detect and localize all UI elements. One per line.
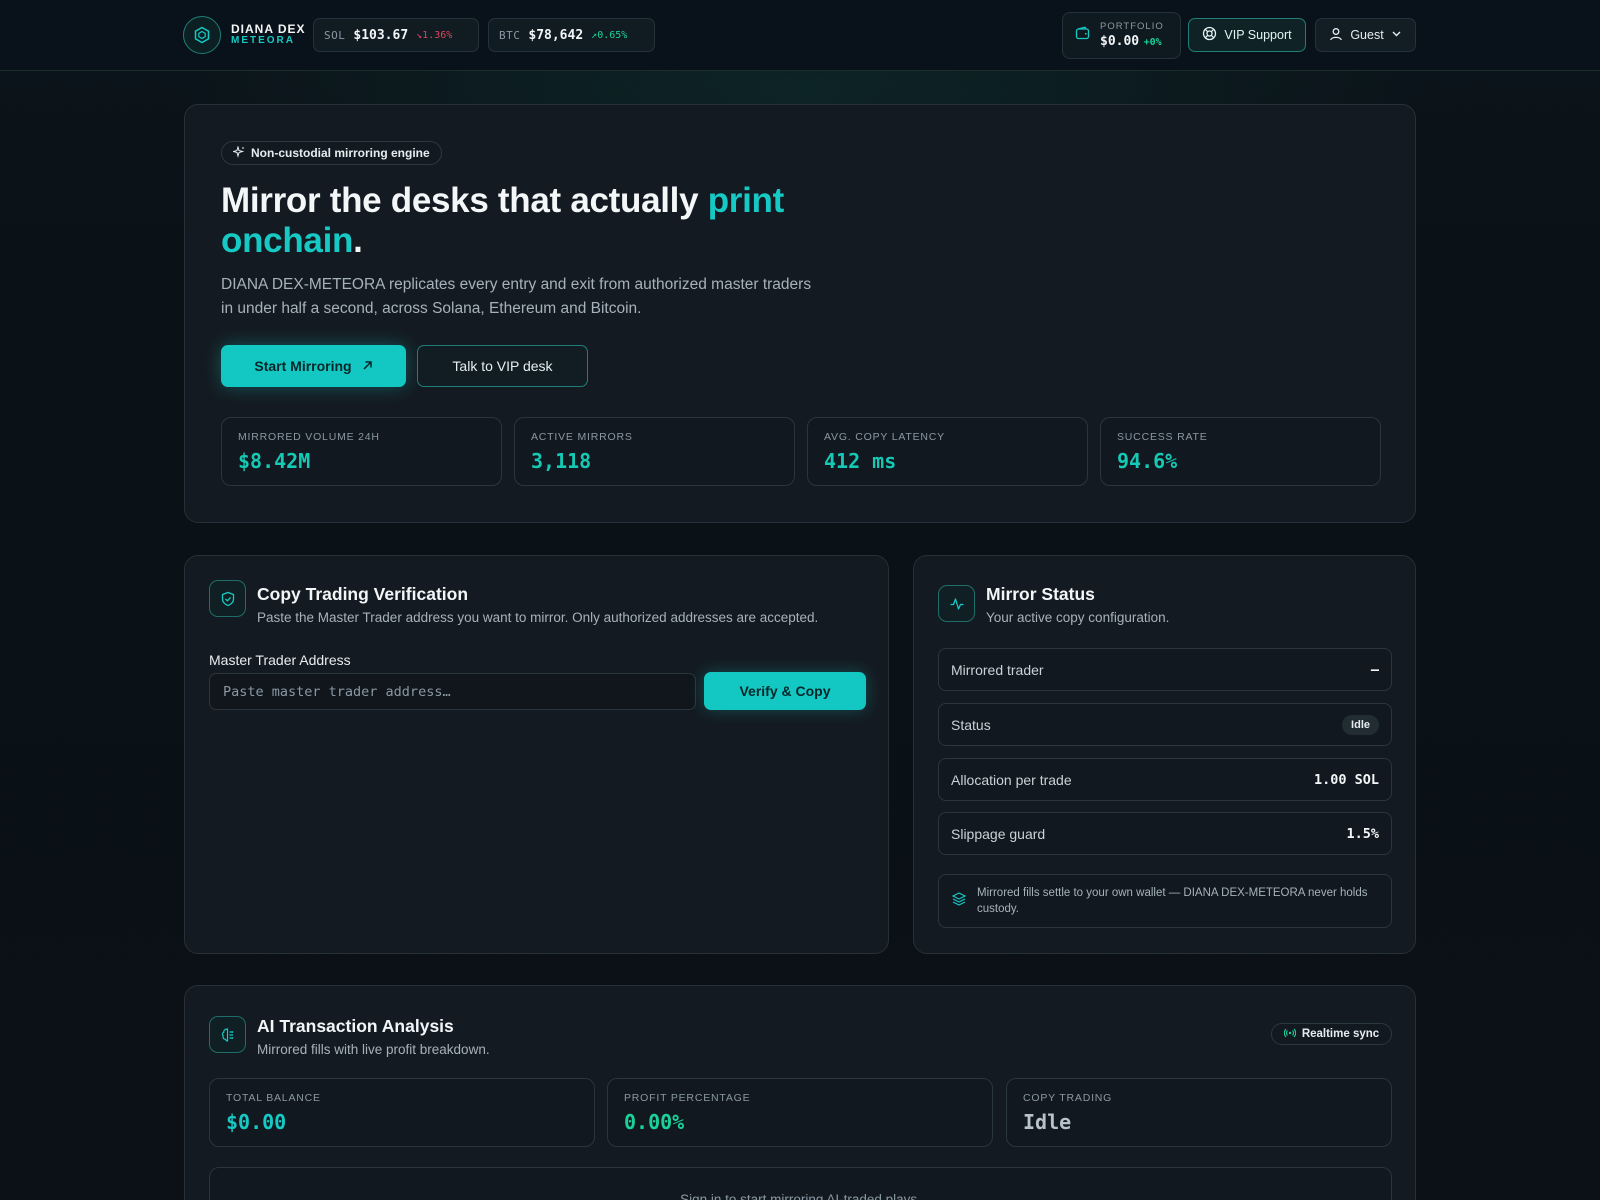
ai-empty-state: Sign in to start mirroring AI-traded pla…: [209, 1167, 1392, 1200]
start-mirroring-label: Start Mirroring: [254, 358, 352, 374]
brain-icon: [209, 1016, 246, 1053]
stat-value: 94.6%: [1117, 449, 1178, 473]
sparkle-icon: [231, 144, 245, 161]
ai-analysis-card: AI Transaction Analysis Mirrored fills w…: [184, 985, 1416, 1200]
ticker-symbol: SOL: [324, 28, 346, 42]
brand-sub: METEORA: [231, 35, 295, 46]
section-title: AI Transaction Analysis: [257, 1016, 454, 1036]
status-badge: Idle: [1342, 714, 1379, 735]
portfolio-text: PORTFOLIO $0.00 +0%: [1100, 21, 1164, 50]
user-icon: [1329, 27, 1343, 44]
stat-label: SUCCESS RATE: [1117, 431, 1208, 443]
ticker-price: $103.67: [353, 27, 409, 43]
row-label: Allocation per trade: [951, 771, 1072, 788]
stat-value: 0.00%: [624, 1110, 685, 1134]
brand-text: DIANA DEX METEORA: [231, 23, 306, 47]
section-subtitle: Your active copy configuration.: [986, 610, 1170, 625]
hero-lead: DIANA DEX-METEORA replicates every entry…: [221, 276, 812, 317]
portfolio-change: +0%: [1143, 37, 1162, 48]
activity-pulse-icon: [938, 585, 975, 622]
stat-value: 3,118: [531, 449, 592, 473]
copy-trading-card: COPY TRADING Idle: [1006, 1078, 1392, 1147]
stat-card-latency: AVG. COPY LATENCY 412 ms: [807, 417, 1088, 486]
ticker-symbol: BTC: [499, 28, 521, 42]
row-label: Status: [951, 716, 991, 733]
ticker-change: ↘1.36%: [416, 29, 453, 41]
realtime-sync-label: Realtime sync: [1301, 1028, 1380, 1040]
master-trader-address-input[interactable]: [209, 673, 696, 710]
brand-name: DIANA DEX: [231, 22, 306, 36]
total-balance-card: TOTAL BALANCE $0.00: [209, 1078, 595, 1147]
stat-label: MIRRORED VOLUME 24H: [238, 431, 380, 443]
copy-verification-card: Copy Trading Verification Paste the Mast…: [184, 555, 889, 954]
top-bar: DIANA DEX METEORA SOL $103.67 ↘1.36% BTC…: [0, 0, 1600, 71]
status-row-mirrored-trader: Mirrored trader –: [938, 648, 1392, 691]
stat-label: COPY TRADING: [1023, 1092, 1113, 1104]
stat-label: TOTAL BALANCE: [226, 1092, 321, 1104]
guest-menu-button[interactable]: Guest: [1315, 18, 1416, 52]
master-trader-address-label: Master Trader Address: [209, 652, 351, 668]
profit-percentage-card: PROFIT PERCENTAGE 0.00%: [607, 1078, 993, 1147]
portfolio-label: PORTFOLIO: [1100, 21, 1164, 32]
status-row-status: Status Idle: [938, 703, 1392, 746]
stat-value: Idle: [1023, 1110, 1072, 1134]
section-title: Copy Trading Verification: [257, 584, 469, 604]
ticker-change: ↗0.65%: [591, 29, 628, 41]
vip-support-button[interactable]: VIP Support: [1188, 18, 1306, 52]
stat-label: PROFIT PERCENTAGE: [624, 1092, 751, 1104]
stat-label: AVG. COPY LATENCY: [824, 431, 945, 443]
portfolio-value: $0.00: [1100, 34, 1140, 49]
row-value: 1.5%: [1346, 825, 1379, 842]
talk-to-vip-desk-button[interactable]: Talk to VIP desk: [417, 345, 588, 387]
stat-card-volume: MIRRORED VOLUME 24H $8.42M: [221, 417, 502, 486]
ticker-btc[interactable]: BTC $78,642 ↗0.65%: [488, 18, 655, 52]
status-row-slippage: Slippage guard 1.5%: [938, 812, 1392, 855]
section-subtitle: Paste the Master Trader address you want…: [257, 610, 819, 625]
start-mirroring-button[interactable]: Start Mirroring: [221, 345, 406, 387]
hexagon-logo-icon: [183, 16, 221, 54]
stat-value: 412 ms: [824, 449, 897, 473]
verify-and-copy-button[interactable]: Verify & Copy: [704, 672, 866, 710]
chevron-down-icon: [1391, 28, 1402, 42]
stat-card-success-rate: SUCCESS RATE 94.6%: [1100, 417, 1381, 486]
engine-pill: Non-custodial mirroring engine: [221, 141, 442, 165]
row-label: Slippage guard: [951, 825, 1046, 842]
section-title: Mirror Status: [986, 584, 1095, 604]
hero-title-main: Mirror the desks that actually: [221, 181, 708, 220]
portfolio-widget[interactable]: PORTFOLIO $0.00 +0%: [1062, 12, 1181, 59]
wallet-icon: [1075, 25, 1090, 46]
ticker-sol[interactable]: SOL $103.67 ↘1.36%: [313, 18, 479, 52]
ticker-price: $78,642: [528, 27, 584, 43]
guest-label: Guest: [1350, 28, 1384, 42]
arrow-up-right-icon: [362, 358, 373, 374]
hero-title-end: .: [353, 221, 363, 260]
broadcast-icon: [1283, 1027, 1297, 1042]
stat-value: $8.42M: [238, 449, 311, 473]
row-label: Mirrored trader: [951, 661, 1044, 678]
vip-support-label: VIP Support: [1224, 28, 1292, 42]
stat-value: $0.00: [226, 1110, 287, 1134]
brand[interactable]: DIANA DEX METEORA: [183, 16, 306, 54]
custody-note-text: Mirrored fills settle to your own wallet…: [977, 887, 1368, 915]
mirror-status-card: Mirror Status Your active copy configura…: [913, 555, 1416, 954]
section-subtitle: Mirrored fills with live profit breakdow…: [257, 1042, 490, 1057]
custody-note: Mirrored fills settle to your own wallet…: [938, 874, 1392, 928]
stat-label: ACTIVE MIRRORS: [531, 431, 633, 443]
row-value: –: [1370, 661, 1379, 678]
hero-card: Non-custodial mirroring engine Mirror th…: [184, 104, 1416, 523]
shield-check-icon: [209, 580, 246, 617]
stat-card-active-mirrors: ACTIVE MIRRORS 3,118: [514, 417, 795, 486]
lifebuoy-icon: [1202, 26, 1217, 44]
realtime-sync-badge: Realtime sync: [1271, 1023, 1392, 1045]
row-value: 1.00 SOL: [1313, 771, 1379, 788]
engine-pill-label: Non-custodial mirroring engine: [251, 146, 430, 160]
status-row-allocation: Allocation per trade 1.00 SOL: [938, 758, 1392, 801]
layers-icon: [951, 891, 967, 912]
hero-title: Mirror the desks that actually print onc…: [221, 181, 861, 261]
